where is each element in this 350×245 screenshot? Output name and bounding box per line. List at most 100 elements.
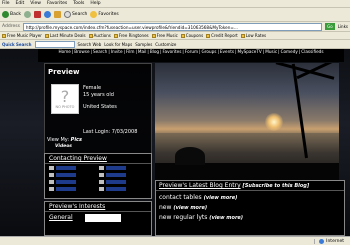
nav-groups[interactable]: Groups	[202, 49, 217, 54]
folder-icon	[113, 33, 118, 38]
contact-box: Contacting Preview	[44, 153, 152, 199]
nav-home[interactable]: Home	[58, 49, 70, 54]
nav-blog[interactable]: Blog	[150, 49, 159, 54]
nav-music[interactable]: Music	[265, 49, 277, 54]
menu-file[interactable]: File	[2, 1, 10, 6]
view-more-link[interactable]: (view more)	[204, 195, 238, 201]
nav-forum[interactable]: Forum	[185, 49, 198, 54]
block-icon	[99, 179, 104, 184]
fav-item[interactable]: Low Rates	[240, 33, 266, 38]
search-web-button[interactable]: Search Web	[78, 42, 102, 47]
home-button[interactable]	[53, 11, 61, 18]
contact-row	[45, 164, 151, 171]
add-to-favorites-link[interactable]	[99, 165, 149, 170]
blog-box: Preview's Latest Blog Entry [Subscribe t…	[155, 180, 345, 236]
links-button[interactable]: Links	[338, 24, 350, 29]
menu-bar: File Edit View Favorites Tools Help	[0, 0, 350, 8]
fav-item[interactable]: Free Ringtones	[113, 33, 149, 38]
nav-mail[interactable]: Mail	[138, 49, 147, 54]
search-toolbar: Quick Search Search Web Look for Maps Sa…	[0, 40, 350, 49]
favorites-button[interactable]: Favorites	[90, 11, 119, 18]
stop-icon	[33, 11, 41, 18]
videos-link[interactable]: Videos	[55, 144, 72, 149]
stop-button[interactable]	[33, 11, 41, 18]
contact-title: Contacting Preview	[45, 154, 151, 164]
forward-to-friend-link[interactable]	[99, 172, 149, 177]
nav-myspacetv[interactable]: MySpaceTV	[238, 49, 262, 54]
nav-search[interactable]: Search	[93, 49, 107, 54]
rank-icon	[99, 186, 104, 191]
profile-country: United States	[83, 104, 117, 110]
samples-button[interactable]: Samples	[135, 42, 152, 47]
instant-message-link[interactable]	[49, 179, 99, 184]
blog-entry: new (view more)	[156, 201, 344, 211]
folder-icon	[2, 33, 6, 38]
nav-events[interactable]: Events	[220, 49, 234, 54]
view-more-link[interactable]: (view more)	[209, 215, 243, 221]
go-button[interactable]: Go	[325, 23, 335, 30]
rank-user-link[interactable]	[99, 186, 149, 191]
send-message-link[interactable]	[49, 172, 99, 177]
nav-comedy[interactable]: Comedy	[281, 49, 298, 54]
folder-icon	[180, 33, 185, 38]
menu-favorites[interactable]: Favorites	[47, 1, 67, 6]
nav-favorites[interactable]: Favorites	[163, 49, 182, 54]
blog-entry: contact tables (view more)	[156, 191, 344, 201]
address-label: Address	[2, 24, 20, 29]
myspace-nav: Home|Browse|Search|Invite|Film|Mail|Blog…	[38, 49, 344, 62]
nav-film[interactable]: Film	[126, 49, 135, 54]
interests-box: Preview's Interests General	[44, 201, 152, 236]
search-button[interactable]: Search	[63, 11, 87, 18]
interests-value	[85, 214, 121, 222]
fav-item[interactable]: Auctions	[88, 33, 111, 38]
profile-gender: Female	[83, 85, 102, 91]
nav-classifieds[interactable]: Classifieds	[301, 49, 323, 54]
menu-edit[interactable]: Edit	[16, 1, 25, 6]
nav-invite[interactable]: Invite	[111, 49, 123, 54]
search-icon	[63, 11, 71, 18]
look-for-maps-button[interactable]: Look for Maps	[104, 42, 132, 47]
view-more-link[interactable]: (view more)	[173, 205, 207, 211]
last-login: Last Login: 7/03/2008	[83, 129, 138, 135]
favorites-icon	[99, 165, 104, 170]
nav-browse[interactable]: Browse	[74, 49, 89, 54]
address-bar: Address http://profile.myspace.com/index…	[0, 22, 350, 32]
folder-icon	[240, 33, 245, 38]
profile-name: Preview	[48, 68, 80, 76]
menu-view[interactable]: View	[30, 1, 41, 6]
address-input[interactable]: http://profile.myspace.com/index.cfm?fus…	[22, 22, 323, 31]
search-input[interactable]	[34, 40, 75, 48]
fav-item[interactable]: Last Minute Deals	[44, 33, 86, 38]
fav-item[interactable]: Credit Report	[206, 33, 238, 38]
sun	[265, 113, 283, 131]
subscribe-link[interactable]: [Subscribe to this Blog]	[243, 183, 310, 189]
profile-photo[interactable]: ? NO PHOTO	[51, 84, 79, 114]
refresh-icon	[43, 11, 51, 18]
shore-rocks	[175, 147, 205, 165]
fav-item[interactable]: Coupons	[180, 33, 203, 38]
pics-link[interactable]: Pics	[71, 137, 82, 143]
star-icon	[90, 11, 98, 18]
fav-item[interactable]: Free Music	[151, 33, 178, 38]
forward-arrow-icon	[23, 11, 31, 18]
block-user-link[interactable]	[99, 179, 149, 184]
toolbar: Back Search Favorites	[0, 8, 350, 22]
profile-background-image	[155, 63, 339, 183]
forward-icon	[99, 172, 104, 177]
view-my: View My: Pics	[47, 137, 82, 143]
status-bar: Internet	[0, 236, 350, 245]
blog-entry-title[interactable]: new	[159, 204, 171, 211]
menu-tools[interactable]: Tools	[73, 1, 84, 6]
refresh-button[interactable]	[43, 11, 51, 18]
globe-icon	[319, 238, 325, 244]
add-to-friends-link[interactable]	[49, 165, 99, 170]
blog-entry-title[interactable]: new regular lyts	[159, 214, 207, 221]
menu-help[interactable]: Help	[90, 1, 100, 6]
blog-entry-title[interactable]: contact tables	[159, 194, 202, 201]
question-mark-icon: ?	[60, 87, 70, 106]
add-to-group-link[interactable]	[49, 186, 99, 191]
back-button[interactable]: Back	[2, 11, 21, 18]
customize-button[interactable]: Customize	[155, 42, 176, 47]
forward-button[interactable]	[23, 11, 31, 18]
fav-item[interactable]: Free Music Player	[2, 33, 42, 38]
